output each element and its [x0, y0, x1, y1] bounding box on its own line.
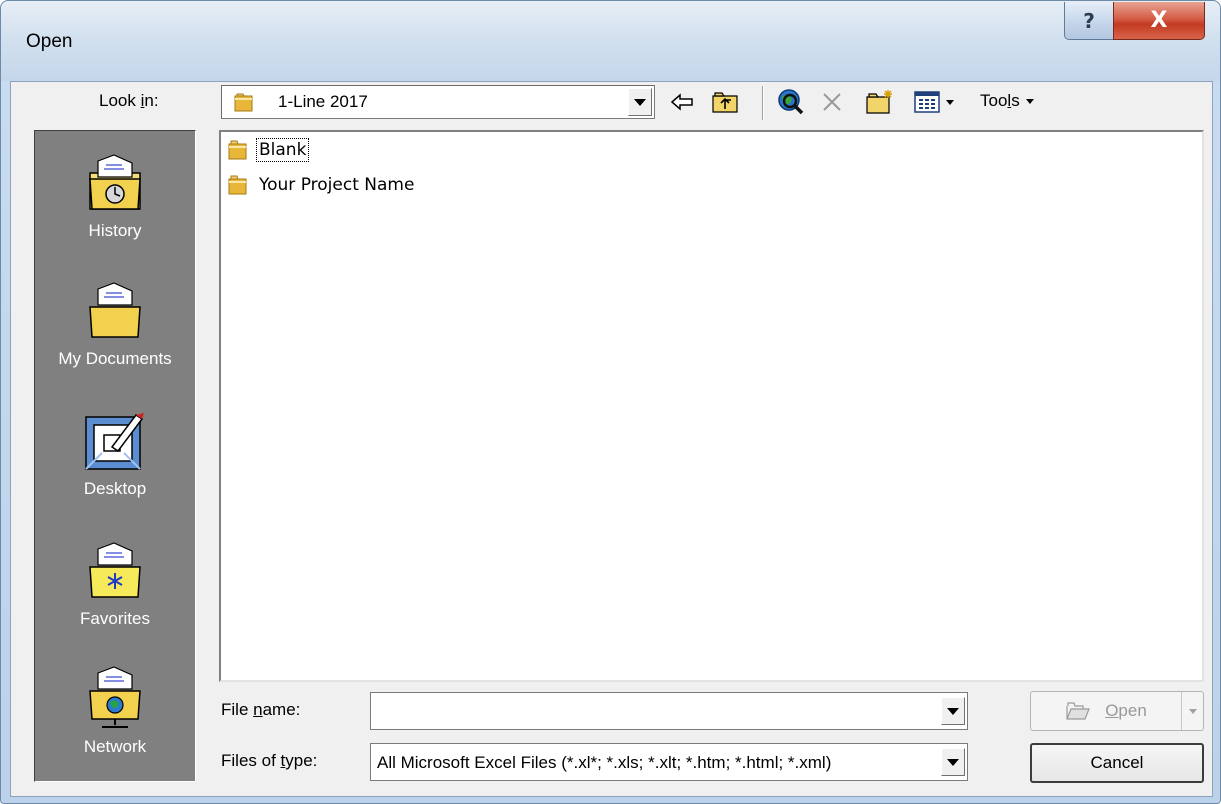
place-network[interactable]: Network: [35, 665, 195, 757]
create-new-folder-button[interactable]: [863, 87, 897, 117]
place-label: Network: [83, 737, 147, 756]
files-of-type-label: Files of type:: [221, 751, 318, 770]
place-label: Desktop: [83, 479, 147, 498]
dialog-client-area: Look in: 1-Line 2017 Tools History My Do…: [10, 81, 1213, 797]
files-of-type-combobox[interactable]: All Microsoft Excel Files (*.xl*; *.xls;…: [370, 743, 968, 781]
file-name-label: File name:: [221, 700, 301, 719]
open-button[interactable]: Open: [1030, 691, 1204, 731]
folder-name: Your Project Name: [259, 175, 415, 195]
history-icon: [89, 154, 141, 210]
file-name-combobox[interactable]: [370, 692, 968, 730]
search-web-icon: [778, 89, 804, 115]
close-icon: X: [1150, 8, 1168, 33]
search-web-button[interactable]: [773, 87, 809, 117]
cancel-button[interactable]: Cancel: [1030, 743, 1204, 783]
folder-icon: [228, 175, 247, 195]
open-split-arrow[interactable]: [1181, 692, 1203, 730]
network-icon: [89, 666, 141, 728]
files-of-type-value: All Microsoft Excel Files (*.xl*; *.xls;…: [377, 753, 832, 772]
place-my-documents[interactable]: My Documents: [35, 281, 195, 369]
open-folder-icon: [1066, 702, 1091, 720]
open-button-label: Open: [1105, 701, 1147, 720]
tools-dropdown-arrow: [1025, 99, 1034, 105]
back-button[interactable]: [667, 87, 697, 117]
place-history[interactable]: History: [35, 153, 195, 241]
files-of-type-dropdown-arrow[interactable]: [941, 748, 965, 776]
up-one-level-icon: [712, 92, 738, 113]
look-in-value: 1-Line 2017: [278, 92, 368, 111]
place-label: My Documents: [58, 349, 172, 368]
favorites-icon: [89, 542, 141, 598]
look-in-label: Look in:: [99, 91, 159, 110]
create-new-folder-icon: [866, 90, 892, 114]
file-name-input[interactable]: [375, 697, 935, 725]
folder-icon: [234, 93, 253, 112]
help-icon: ?: [1083, 8, 1095, 33]
file-name-dropdown-arrow[interactable]: [941, 697, 965, 725]
delete-button[interactable]: [817, 87, 847, 117]
place-favorites[interactable]: Favorites: [35, 541, 195, 629]
close-button[interactable]: X: [1113, 2, 1205, 40]
views-dropdown-arrow: [946, 99, 954, 105]
list-item-folder[interactable]: Your Project Name: [227, 170, 416, 200]
help-button[interactable]: ?: [1064, 2, 1114, 40]
list-item-folder[interactable]: Blank: [227, 135, 310, 165]
delete-icon: [823, 93, 841, 111]
look-in-combobox[interactable]: 1-Line 2017: [221, 85, 655, 119]
file-list[interactable]: Blank Your Project Name: [219, 130, 1204, 682]
title-bar[interactable]: Open ? X: [1, 1, 1220, 81]
desktop-icon: [85, 413, 144, 470]
place-label: Favorites: [80, 609, 150, 628]
toolbar-separator: [762, 86, 764, 120]
views-icon: [914, 91, 940, 113]
folder-icon: [228, 140, 247, 160]
my-documents-icon: [89, 282, 141, 338]
look-in-dropdown-arrow[interactable]: [628, 88, 652, 116]
folder-name: Blank: [255, 138, 310, 162]
up-one-level-button[interactable]: [708, 87, 742, 117]
tools-menu[interactable]: Tools: [980, 91, 1034, 111]
views-button[interactable]: [907, 87, 961, 117]
window-title: Open: [26, 31, 73, 52]
back-icon: [670, 93, 693, 111]
places-bar: History My Documents Desktop Favorites N…: [34, 130, 196, 782]
place-desktop[interactable]: Desktop: [35, 407, 195, 499]
place-label: History: [88, 221, 142, 240]
open-dialog: Open ? X Look in: 1-Line 2017 Tools Hist…: [0, 0, 1221, 804]
